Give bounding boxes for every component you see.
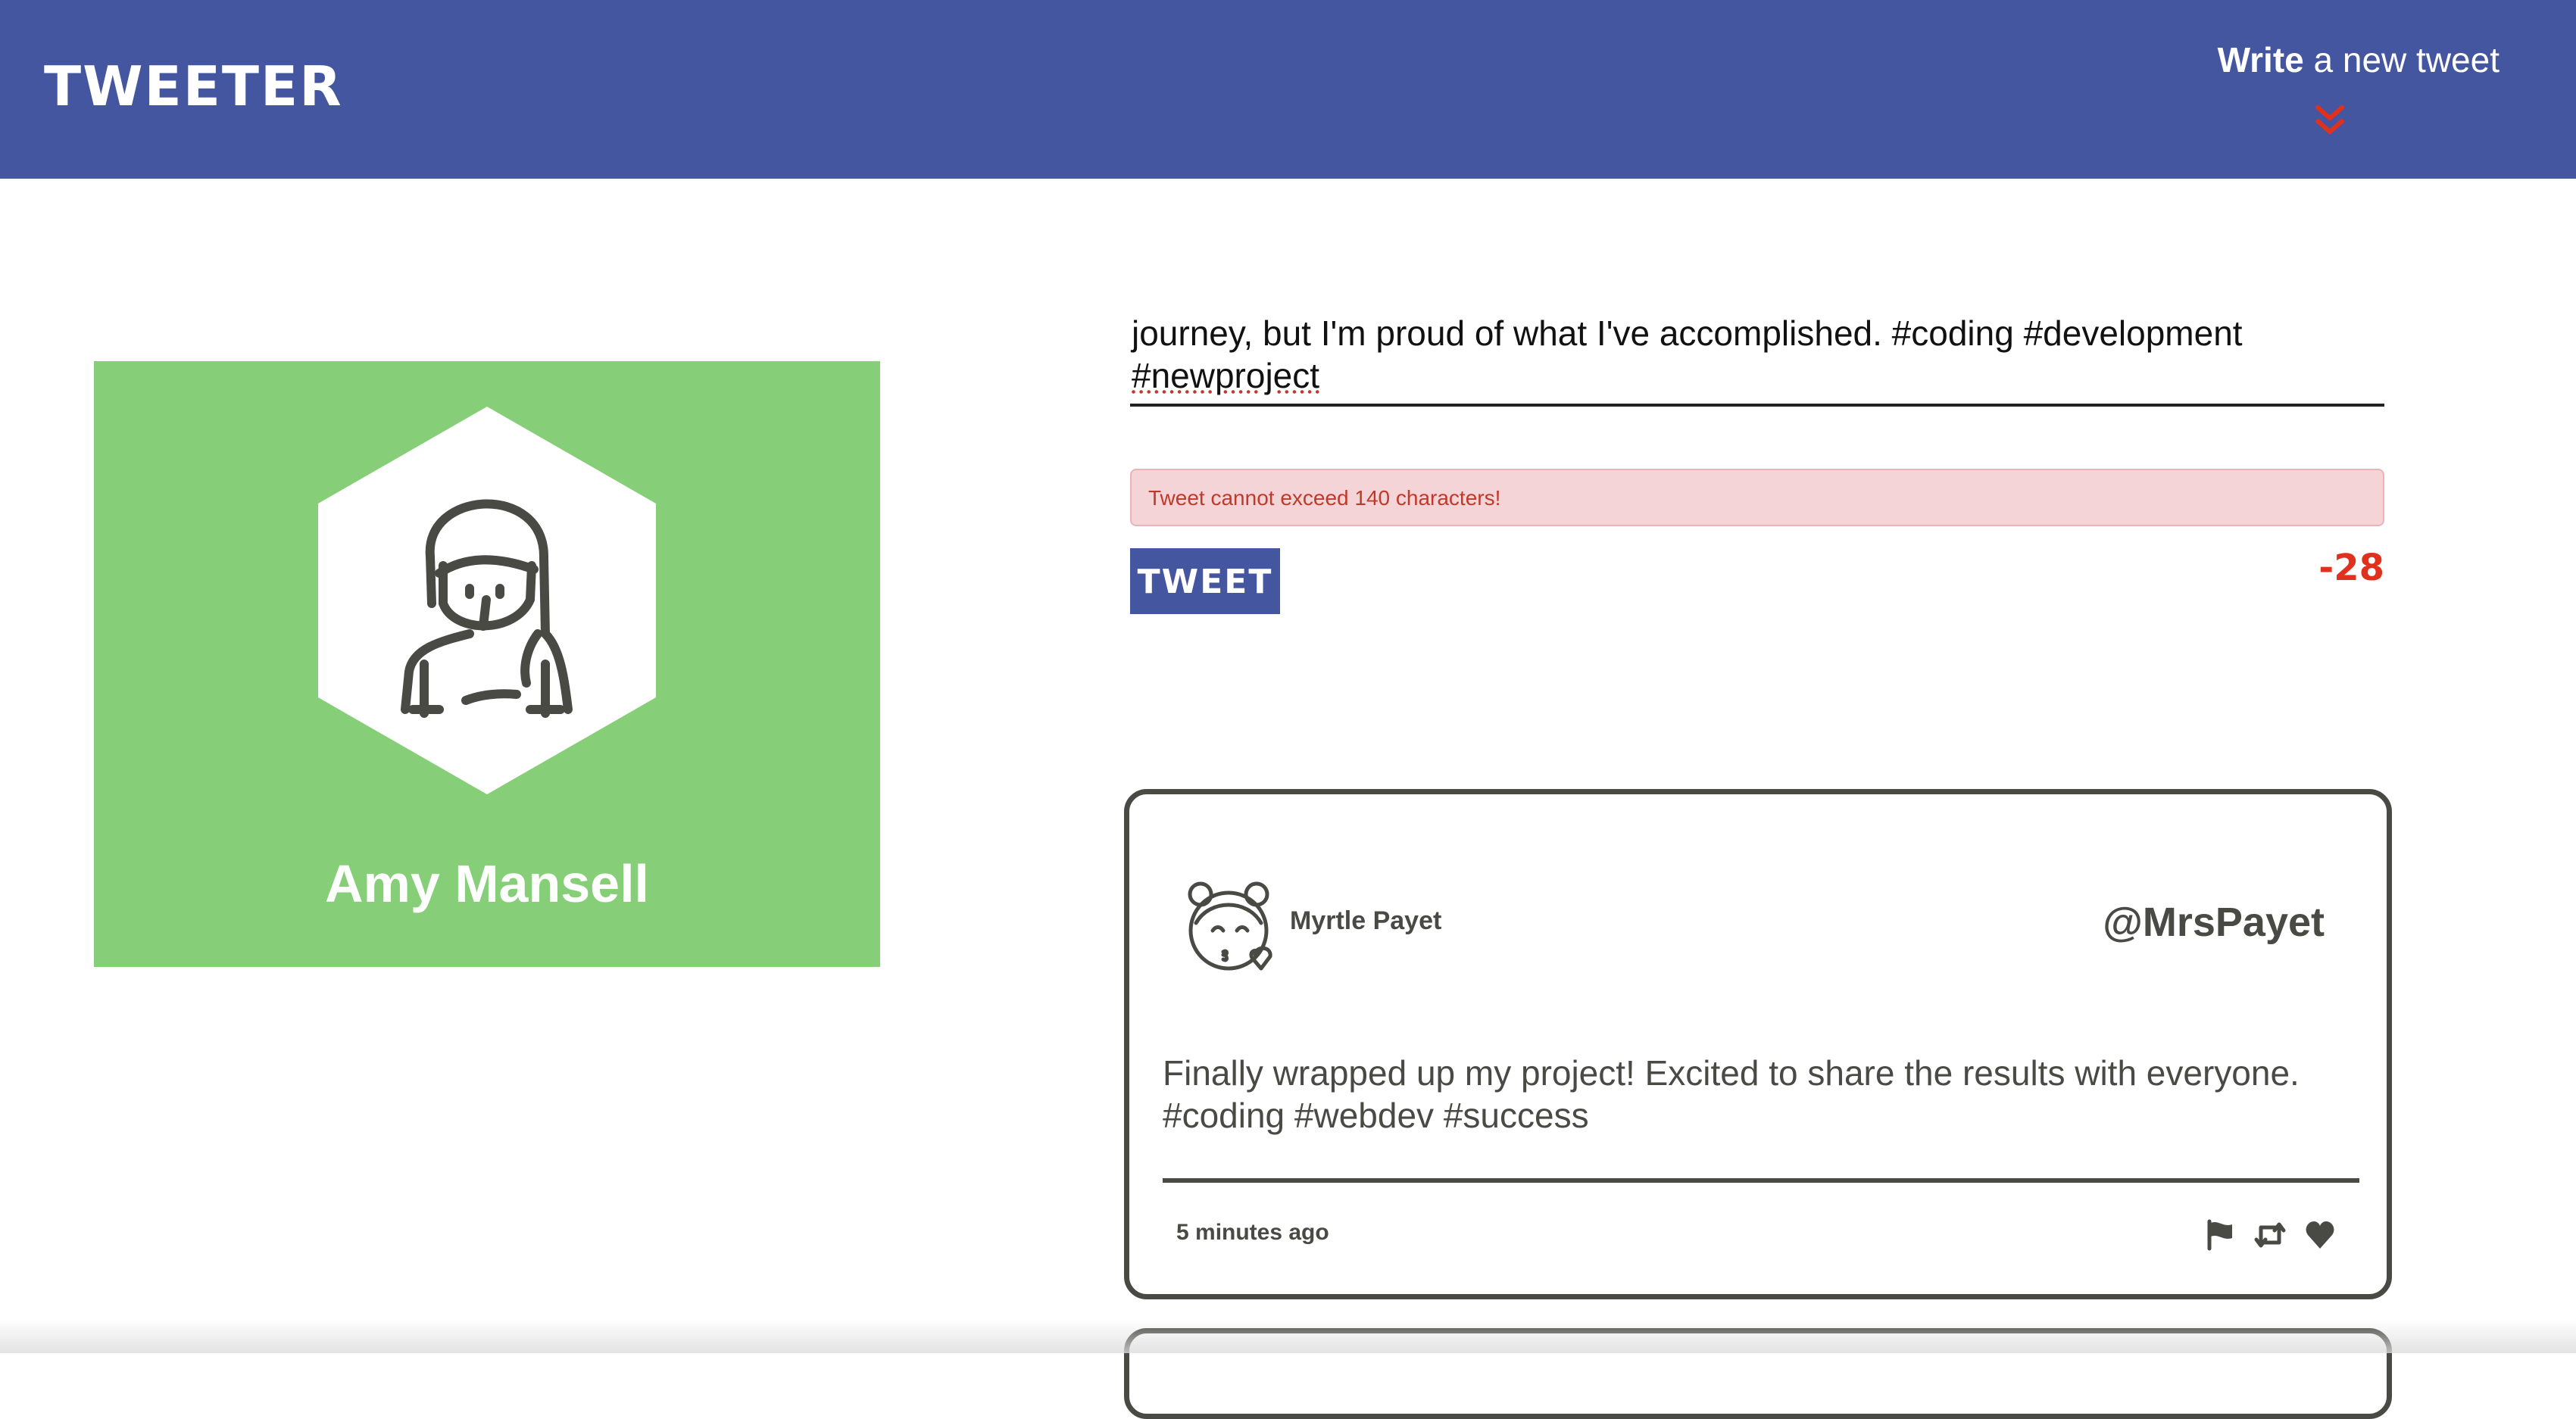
double-chevron-down-icon[interactable] (2313, 103, 2347, 138)
tweet-submit-button[interactable]: TWEET (1130, 548, 1280, 614)
top-nav: TWEETER Write a new tweet (0, 0, 2576, 179)
tweet-card: Myrtle Payet @MrsPayet Finally wrapped u… (1124, 789, 2392, 1299)
write-tweet-rest: a new tweet (2303, 40, 2500, 80)
retweet-icon[interactable] (2253, 1218, 2287, 1252)
tweet-text-line-1: journey, but I'm proud of what I've acco… (1132, 313, 2243, 353)
write-tweet-label[interactable]: Write a new tweet (2218, 39, 2500, 80)
tweet-textarea[interactable]: journey, but I'm proud of what I've acco… (1132, 312, 2389, 397)
scroll-shadow (0, 1319, 2576, 1353)
write-tweet-toggle[interactable]: Write a new tweet (2166, 35, 2500, 148)
woman-avatar-icon (318, 407, 656, 794)
error-message: Tweet cannot exceed 140 characters! (1130, 469, 2384, 526)
profile-name: Amy Mansell (325, 854, 649, 913)
write-tweet-bold: Write (2217, 40, 2304, 80)
heart-icon[interactable] (2303, 1218, 2337, 1252)
tweet-text-line-2: #newproject (1132, 356, 1320, 395)
character-counter: -28 (2318, 547, 2384, 589)
girl-kiss-avatar-icon (1188, 881, 1272, 971)
tweet-content: Finally wrapped up my project! Excited t… (1163, 1053, 2300, 1135)
tweet-timestamp: 5 minutes ago (1176, 1220, 1329, 1245)
tweet-author-handle: @MrsPayet (2103, 900, 2325, 945)
tweet-actions (2203, 1218, 2337, 1252)
tweet-divider (1163, 1178, 2359, 1183)
tweet-author-name: Myrtle Payet (1290, 906, 1442, 935)
profile-card: Amy Mansell (94, 361, 880, 967)
textarea-underline (1130, 404, 2384, 407)
app-logo[interactable]: TWEETER (44, 56, 343, 117)
flag-icon[interactable] (2203, 1218, 2237, 1252)
